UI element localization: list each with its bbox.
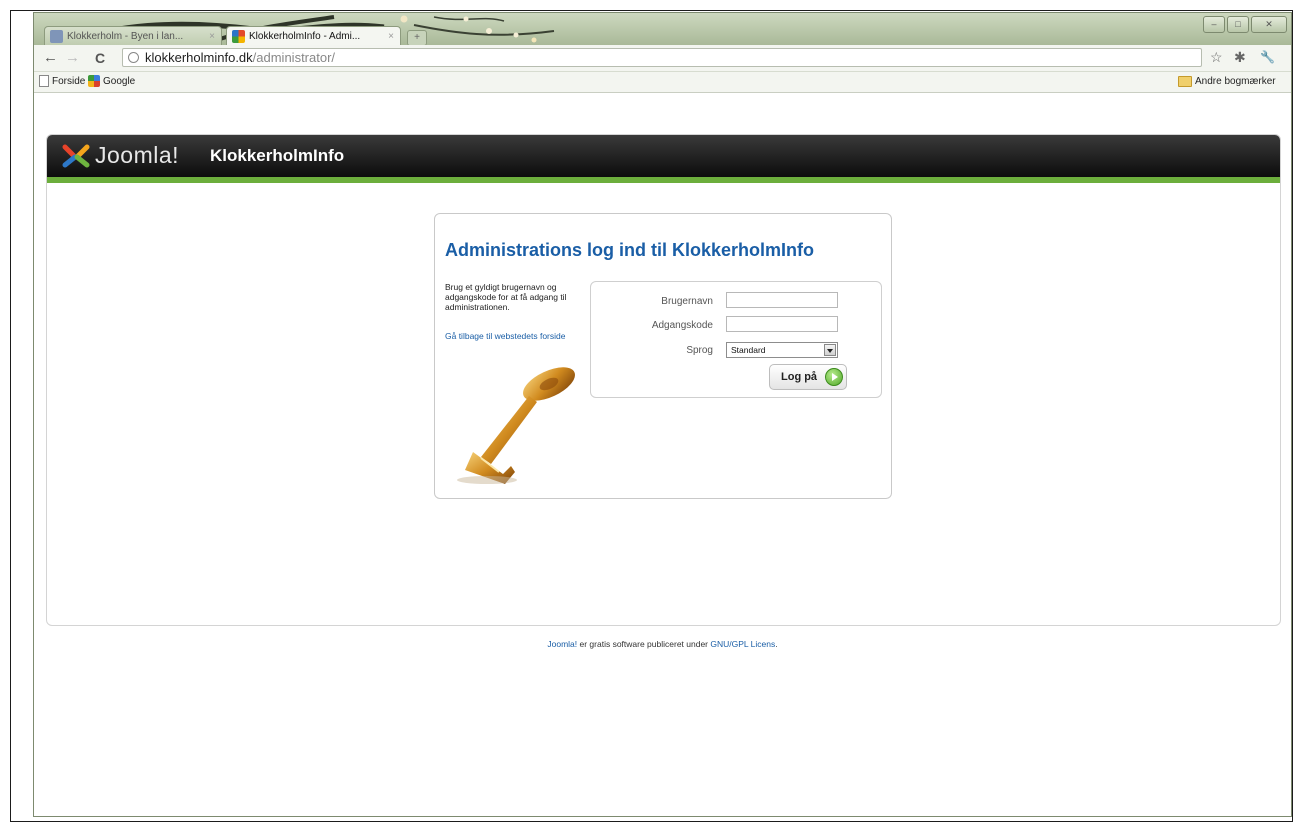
joomla-favicon xyxy=(232,30,245,43)
key-icon xyxy=(457,367,575,484)
bookmark-forside[interactable]: Forside xyxy=(39,75,85,89)
joomla-header: Joomla! KlokkerholmInfo xyxy=(47,135,1280,177)
footer-end: . xyxy=(775,639,778,649)
bookmark-star-icon[interactable]: ☆ xyxy=(1210,49,1223,65)
back-to-site-link[interactable]: Gå tilbage til webstedets forside xyxy=(445,331,575,342)
page-info-icon[interactable] xyxy=(128,52,139,63)
login-panel: Administrations log ind til KlokkerholmI… xyxy=(434,213,892,499)
title-bar: Klokkerholm - Byen i lan... × Klokkerhol… xyxy=(34,13,1291,46)
footer-text: er gratis software publiceret under xyxy=(577,639,711,649)
wrench-icon[interactable]: 🔧 xyxy=(1260,49,1275,65)
joomla-logo-text: Joomla! xyxy=(95,142,180,168)
site-name: KlokkerholmInfo xyxy=(210,146,345,165)
bookmark-google[interactable]: Google xyxy=(88,75,135,89)
window-controls: – □ ✕ xyxy=(1203,16,1287,33)
maximize-button[interactable]: □ xyxy=(1227,16,1249,33)
password-label: Adgangskode xyxy=(651,320,713,331)
tab-klokkerholm[interactable]: Klokkerholm - Byen i lan... × xyxy=(44,26,222,45)
login-form: Brugernavn Adgangskode Sprog Standard Lo… xyxy=(590,281,882,398)
joomla-link[interactable]: Joomla! xyxy=(547,639,577,649)
tab-title: KlokkerholmInfo - Admi... xyxy=(249,31,361,42)
forward-icon[interactable]: → xyxy=(65,49,80,67)
chevron-down-icon[interactable] xyxy=(824,344,836,356)
bookmarks-bar: Forside Google Andre bogmærker xyxy=(34,72,1291,93)
username-field[interactable] xyxy=(726,292,838,308)
login-description: Brug et gyldigt brugernavn og adgangskod… xyxy=(445,282,567,312)
url-host: klokkerholminfo.dk xyxy=(145,50,253,65)
folder-icon xyxy=(1178,75,1192,87)
other-bookmarks[interactable]: Andre bogmærker xyxy=(1178,75,1276,89)
site-favicon xyxy=(50,30,63,43)
close-tab-icon[interactable]: × xyxy=(209,27,215,45)
close-window-button[interactable]: ✕ xyxy=(1251,16,1287,33)
reload-icon[interactable]: C xyxy=(95,49,105,67)
language-select-value: Standard xyxy=(731,345,766,355)
screenshot-frame: Klokkerholm - Byen i lan... × Klokkerhol… xyxy=(10,10,1293,822)
bookmark-label: Google xyxy=(103,76,136,87)
login-button-label: Log på xyxy=(781,371,818,383)
minimize-button[interactable]: – xyxy=(1203,16,1225,33)
page-footer: Joomla! er gratis software publiceret un… xyxy=(34,639,1291,649)
new-tab-button[interactable]: + xyxy=(407,30,427,46)
header-accent-bar xyxy=(47,177,1280,183)
language-select[interactable]: Standard xyxy=(726,342,838,358)
tab-klokkerholminfo-admin[interactable]: KlokkerholmInfo - Admi... × xyxy=(226,26,401,45)
page-viewport: Joomla! KlokkerholmInfo Administrations … xyxy=(34,93,1291,816)
other-bookmarks-label: Andre bogmærker xyxy=(1195,76,1276,87)
arrow-right-icon xyxy=(825,368,843,386)
extensions-icon[interactable]: ✱ xyxy=(1234,49,1246,65)
page-icon xyxy=(39,75,49,88)
browser-toolbar: ← → C klokkerholminfo.dk/administrator/ … xyxy=(34,45,1291,72)
license-link[interactable]: GNU/GPL Licens xyxy=(710,639,775,649)
url-path: /administrator/ xyxy=(252,50,336,65)
back-icon[interactable]: ← xyxy=(43,49,58,67)
joomla-logo-icon xyxy=(62,144,90,168)
username-label: Brugernavn xyxy=(661,296,713,307)
login-button[interactable]: Log på xyxy=(769,364,847,390)
tab-title: Klokkerholm - Byen i lan... xyxy=(67,31,184,42)
joomla-admin-container: Joomla! KlokkerholmInfo Administrations … xyxy=(46,134,1281,626)
bookmark-label: Forside xyxy=(52,76,86,87)
browser-window: Klokkerholm - Byen i lan... × Klokkerhol… xyxy=(33,12,1292,817)
google-icon xyxy=(88,75,100,88)
close-tab-icon[interactable]: × xyxy=(388,27,394,45)
password-field[interactable] xyxy=(726,316,838,332)
login-title: Administrations log ind til KlokkerholmI… xyxy=(445,240,815,260)
address-bar[interactable]: klokkerholminfo.dk/administrator/ xyxy=(122,48,1202,67)
url-text: klokkerholminfo.dk/administrator/ xyxy=(145,49,335,66)
language-label: Sprog xyxy=(686,345,713,356)
